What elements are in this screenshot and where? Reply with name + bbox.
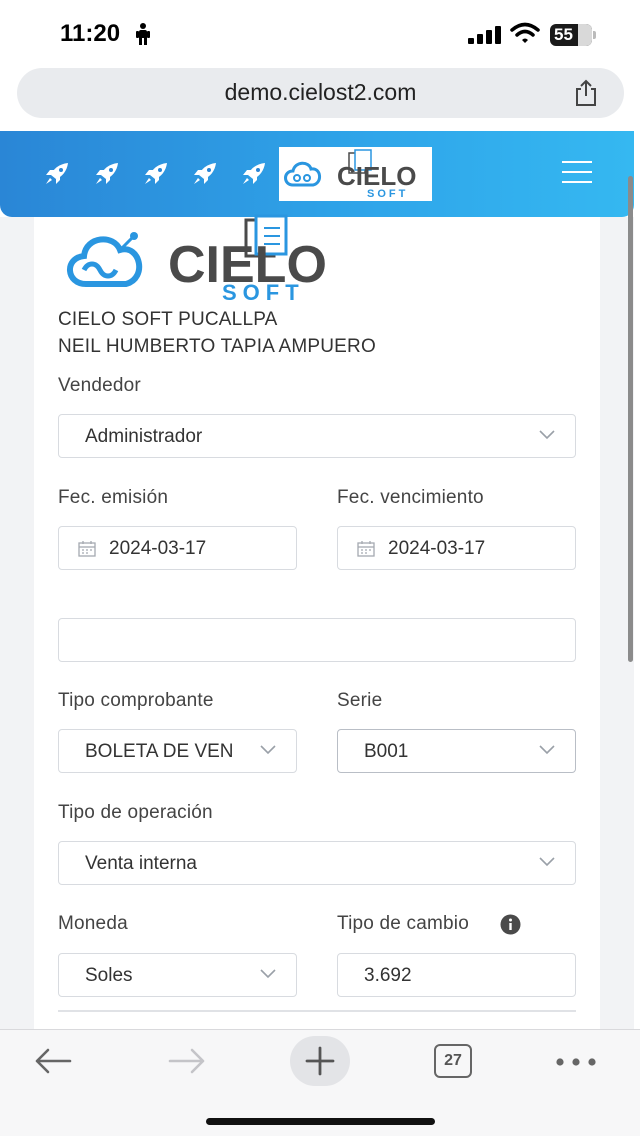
tipo-comprobante-value: BOLETA DE VEN: [85, 741, 234, 762]
serie-label: Serie: [337, 690, 383, 711]
svg-text:SOFT: SOFT: [367, 188, 408, 200]
more-options-icon[interactable]: [556, 1058, 596, 1066]
person-icon: [136, 23, 150, 45]
moneda-select[interactable]: Soles: [58, 953, 297, 997]
fec-emision-label: Fec. emisión: [58, 487, 169, 508]
home-indicator[interactable]: [206, 1118, 435, 1125]
svg-text:CIELO: CIELO: [337, 161, 416, 191]
address-bar[interactable]: demo.cielost2.com: [17, 68, 624, 118]
fec-vencimiento-input[interactable]: 2024-03-17: [337, 526, 576, 570]
status-bar: 11:20 55: [0, 0, 640, 64]
plus-icon: [305, 1046, 335, 1076]
tipo-cambio-input[interactable]: 3.692: [337, 953, 576, 997]
logo-text-sub: SOFT: [222, 280, 305, 305]
new-tab-button[interactable]: [290, 1036, 350, 1086]
owner-name: NEIL HUMBERTO TAPIA AMPUERO: [58, 336, 376, 357]
chevron-down-icon: [539, 745, 555, 755]
rocket-icon: [145, 163, 167, 184]
chevron-down-icon: [539, 430, 555, 440]
vendedor-label: Vendedor: [58, 375, 141, 396]
chevron-down-icon: [260, 745, 276, 755]
hamburger-menu-icon[interactable]: [562, 159, 592, 185]
tipo-cambio-value: 3.692: [364, 965, 412, 986]
share-icon[interactable]: [572, 79, 600, 107]
moneda-value: Soles: [85, 965, 133, 986]
tabs-button[interactable]: 27: [434, 1044, 472, 1078]
wifi-icon: [510, 22, 540, 43]
tipo-comprobante-select[interactable]: BOLETA DE VEN: [58, 729, 297, 773]
calendar-icon: [357, 541, 375, 557]
url-text: demo.cielost2.com: [224, 79, 417, 105]
tipo-operacion-label: Tipo de operación: [58, 802, 213, 823]
info-icon[interactable]: [500, 914, 521, 935]
rocket-icon: [96, 163, 118, 184]
fec-emision-value: 2024-03-17: [109, 538, 207, 559]
vendedor-select[interactable]: Administrador: [58, 414, 576, 458]
forward-arrow-icon[interactable]: [168, 1048, 206, 1074]
serie-value: B001: [364, 741, 409, 762]
divider: [58, 1010, 576, 1012]
calendar-icon: [78, 541, 96, 557]
blank-input[interactable]: [58, 618, 576, 662]
status-time: 11:20: [60, 20, 121, 47]
fec-vencimiento-label: Fec. vencimiento: [337, 487, 484, 508]
company-name: CIELO SOFT PUCALLPA: [58, 309, 278, 330]
signal-icon: [468, 26, 501, 44]
header-logo[interactable]: CIELO SOFT: [279, 147, 432, 201]
fec-vencimiento-value: 2024-03-17: [388, 538, 486, 559]
tipo-comprobante-label: Tipo comprobante: [58, 690, 214, 711]
rocket-icon: [243, 163, 265, 184]
vendedor-value: Administrador: [85, 426, 203, 447]
tipo-cambio-label: Tipo de cambio: [337, 913, 469, 934]
chevron-down-icon: [260, 969, 276, 979]
site-header: CIELO SOFT: [0, 131, 634, 217]
tipo-operacion-value: Venta interna: [85, 853, 197, 874]
battery-icon: 55: [550, 24, 596, 46]
scrollbar[interactable]: [628, 176, 633, 662]
rocket-icon: [46, 163, 68, 184]
serie-select[interactable]: B001: [337, 729, 576, 773]
rocket-icon: [194, 163, 216, 184]
back-arrow-icon[interactable]: [34, 1048, 72, 1074]
tipo-operacion-select[interactable]: Venta interna: [58, 841, 576, 885]
battery-level: 55: [554, 25, 573, 44]
fec-emision-input[interactable]: 2024-03-17: [58, 526, 297, 570]
company-logo: CIELO SOFT: [60, 214, 346, 306]
chevron-down-icon: [539, 857, 555, 867]
moneda-label: Moneda: [58, 913, 128, 934]
